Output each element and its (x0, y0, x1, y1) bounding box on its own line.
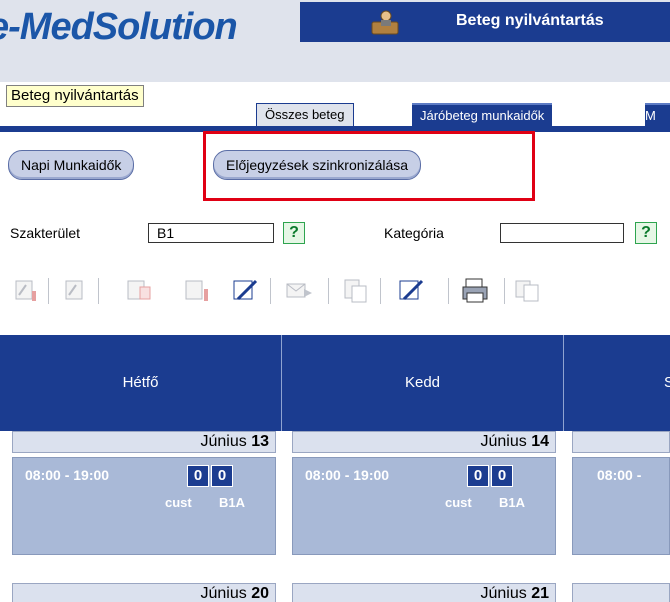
date-month: Június (480, 433, 532, 450)
toolbar (0, 275, 670, 315)
app-logo: e-MedSolution (0, 8, 290, 46)
paste-icon[interactable] (340, 275, 370, 305)
slot-count: 0 (467, 465, 489, 487)
date-day: 14 (531, 433, 549, 450)
edit-icon[interactable] (10, 275, 40, 305)
specialty-help-button[interactable]: ? (283, 222, 305, 244)
new-document-icon[interactable] (124, 275, 154, 305)
daily-hours-button[interactable]: Napi Munkaidők (8, 150, 135, 180)
toolbar-separator (380, 278, 381, 304)
category-help-button[interactable]: ? (635, 222, 657, 244)
toolbar-separator (98, 278, 99, 304)
date-cell[interactable]: Június 13 (12, 431, 276, 453)
date-month: Június (480, 585, 532, 602)
toolbar-separator (328, 278, 329, 304)
day-header-wednesday-label: S (663, 374, 670, 391)
print-icon[interactable] (460, 275, 490, 305)
slot-room: B1A (499, 495, 526, 510)
date-day: 13 (251, 433, 269, 450)
work-slot[interactable]: 08:00 - (572, 457, 670, 555)
category-label: Kategória (384, 225, 444, 241)
slot-user: cust (165, 495, 192, 510)
slot-time: 08:00 - (597, 467, 642, 483)
slot-room: B1A (219, 495, 246, 510)
slot-count: 0 (187, 465, 209, 487)
toolbar-separator (504, 278, 505, 304)
document-icon[interactable] (182, 275, 212, 305)
copy-icon[interactable] (512, 275, 542, 305)
module-icon (368, 8, 404, 38)
category-input[interactable] (500, 223, 624, 243)
mail-forward-icon[interactable] (284, 275, 314, 305)
date-day: 21 (531, 585, 549, 602)
day-header-monday: Hétfő (0, 335, 281, 431)
slot-time: 08:00 - 19:00 (305, 467, 390, 483)
day-header-tuesday: Kedd (282, 335, 563, 431)
tab-next[interactable]: M (645, 103, 670, 127)
date-day: 20 (251, 585, 269, 602)
date-cell[interactable]: Június 14 (292, 431, 556, 453)
date-month: Június (200, 433, 252, 450)
work-slot[interactable]: 08:00 - 19:00 0 0 cust B1A (292, 457, 556, 555)
week-calendar: Hétfő Kedd S Június 13 Június 14 08:00 -… (0, 335, 670, 602)
toolbar-separator (448, 278, 449, 304)
tab-all-patients[interactable]: Összes beteg (256, 103, 354, 126)
toolbar-separator (270, 278, 271, 304)
logo-text: e-MedSolution (0, 8, 238, 46)
edit-icon[interactable] (60, 275, 90, 305)
work-slot[interactable]: 08:00 - 19:00 0 0 cust B1A (12, 457, 276, 555)
slot-user: cust (445, 495, 472, 510)
slot-count: 0 (211, 465, 233, 487)
date-month: Június (200, 585, 252, 602)
slot-count: 0 (491, 465, 513, 487)
highlight-box (203, 131, 535, 201)
edit-pen-icon[interactable] (396, 275, 426, 305)
toolbar-separator (48, 278, 49, 304)
module-label: Beteg nyilvántartás (6, 85, 144, 107)
date-cell[interactable] (572, 431, 670, 453)
module-title: Beteg nyilvántartás (456, 12, 604, 29)
date-cell[interactable] (572, 583, 670, 602)
specialty-label: Szakterület (10, 225, 81, 241)
date-cell[interactable]: Június 21 (292, 583, 556, 602)
slot-time: 08:00 - 19:00 (25, 467, 110, 483)
date-cell[interactable]: Június 20 (12, 583, 276, 602)
tab-ambulatory-hours[interactable]: Járóbeteg munkaidők (412, 103, 553, 127)
specialty-input[interactable]: B1 (148, 223, 274, 243)
day-header-wednesday: S (564, 335, 670, 431)
edit-pen-icon[interactable] (230, 275, 260, 305)
